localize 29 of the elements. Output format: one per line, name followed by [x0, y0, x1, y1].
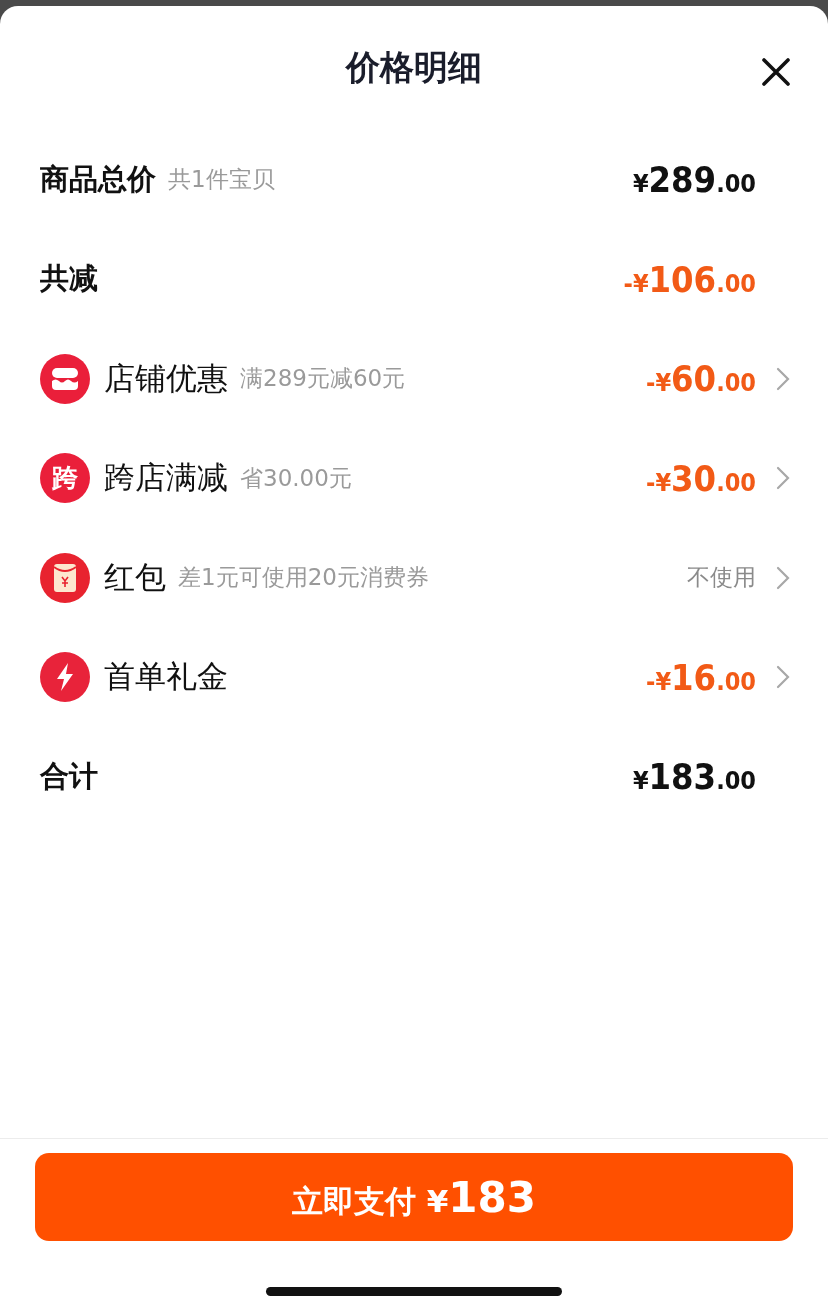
price-amount: -¥106.00 — [623, 258, 756, 300]
price-amount: ¥289.00 — [632, 159, 756, 201]
row-label: 红包 — [104, 557, 166, 597]
price-amount: -¥16.00 — [646, 656, 756, 698]
row-label: 店铺优惠 — [104, 358, 228, 398]
row-label: 商品总价 — [40, 160, 156, 198]
row-label: 共减 — [40, 260, 98, 298]
row-note: 共1件宝贝 — [168, 165, 275, 195]
pay-now-button[interactable]: 立即支付 ¥183 — [35, 1153, 793, 1241]
store-badge-icon: 跨 — [40, 453, 90, 504]
price-amount: -¥30.00 — [646, 457, 756, 499]
row-label: 首单礼金 — [104, 657, 228, 697]
row-note: 省30.00元 — [240, 463, 352, 493]
store-icon — [40, 353, 90, 404]
lightning-icon — [40, 652, 90, 703]
row-label: 合计 — [40, 757, 98, 795]
chevron-right-icon[interactable] — [776, 665, 790, 690]
row-label: 跨店满减 — [104, 458, 228, 498]
envelope-icon — [40, 552, 90, 603]
row-note: 满289元减60元 — [240, 364, 406, 394]
row-status: 不使用 — [687, 563, 756, 593]
row-note: 差1元可使用20元消费券 — [178, 563, 429, 593]
price-amount: ¥183.00 — [632, 756, 756, 798]
sheet-title: 价格明细 — [346, 46, 482, 89]
close-button[interactable] — [760, 56, 792, 88]
price-amount: -¥60.00 — [646, 358, 756, 400]
chevron-right-icon[interactable] — [776, 565, 790, 590]
chevron-right-icon[interactable] — [776, 366, 790, 391]
chevron-right-icon[interactable] — [776, 466, 790, 491]
